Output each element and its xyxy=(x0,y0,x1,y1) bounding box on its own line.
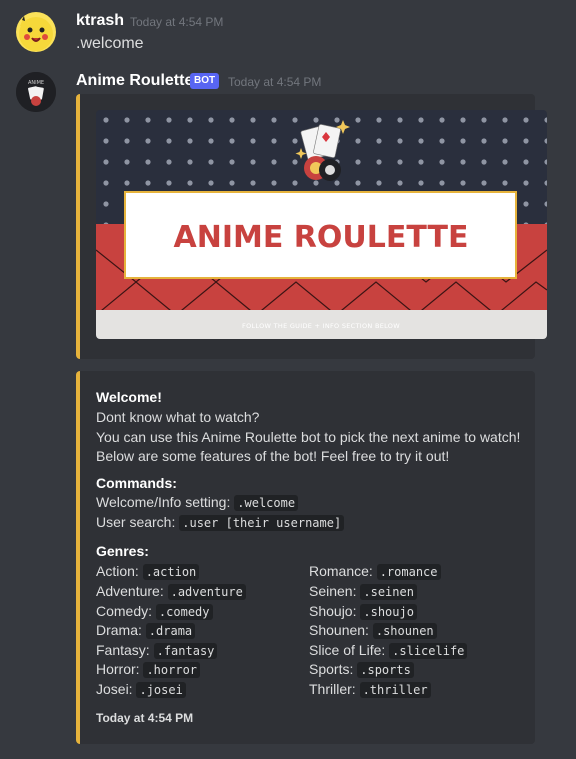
genre-fantasy: Fantasy: .fantasy xyxy=(96,641,218,661)
genre-seinen: Seinen: .seinen xyxy=(309,582,417,602)
genre-label: Thriller: xyxy=(309,681,356,697)
timestamp: Today at 4:54 PM xyxy=(228,75,322,89)
message-text: .welcome xyxy=(76,35,144,52)
banner-image[interactable]: FOLLOW THE GUIDE + INFO SECTION BELOW AN… xyxy=(96,110,547,339)
genre-label: Shounen: xyxy=(309,622,369,638)
genre-label: Sports: xyxy=(309,661,354,677)
genre-label: Shoujo: xyxy=(309,603,357,619)
username[interactable]: ktrash xyxy=(76,12,124,30)
genre-slice-of-life: Slice of Life: .slicelife xyxy=(309,641,468,661)
intro-line-2: You can use this Anime Roulette bot to p… xyxy=(96,429,521,445)
commands-title: Commands: xyxy=(96,475,177,491)
command-code: .user [their username] xyxy=(179,515,345,531)
genre-code: .drama xyxy=(145,623,196,639)
genre-code: .action xyxy=(142,564,200,580)
genre-label: Romance: xyxy=(309,563,373,579)
info-embed: Welcome! Dont know what to watch? You ca… xyxy=(76,371,535,744)
genre-sports: Sports: .sports xyxy=(309,660,414,680)
genre-shounen: Shounen: .shounen xyxy=(309,621,437,641)
banner-embed: FOLLOW THE GUIDE + INFO SECTION BELOW AN… xyxy=(76,94,547,359)
genre-label: Fantasy: xyxy=(96,642,150,658)
banner-title: ANIME ROULETTE xyxy=(174,220,469,255)
genre-adventure: Adventure: .adventure xyxy=(96,582,246,602)
genre-code: .shounen xyxy=(372,623,437,639)
genre-drama: Drama: .drama xyxy=(96,621,196,641)
genre-label: Seinen: xyxy=(309,583,357,599)
command-user: User search: .user [their username] xyxy=(96,513,345,533)
genre-josei: Josei: .josei xyxy=(96,680,186,700)
svg-text:ANIME: ANIME xyxy=(28,80,44,86)
genre-label: Action: xyxy=(96,563,139,579)
genre-code: .josei xyxy=(136,682,186,698)
command-label: Welcome/Info setting: xyxy=(96,494,231,510)
timestamp: Today at 4:54 PM xyxy=(130,15,224,29)
genre-shoujo: Shoujo: .shoujo xyxy=(309,602,417,622)
welcome-title: Welcome! xyxy=(96,389,162,405)
genre-label: Horror: xyxy=(96,661,140,677)
genre-code: .horror xyxy=(143,662,201,678)
genre-code: .romance xyxy=(376,564,441,580)
genre-code: .slicelife xyxy=(389,643,468,659)
command-code: .welcome xyxy=(234,495,299,511)
genre-code: .shoujo xyxy=(360,604,417,620)
genre-horror: Horror: .horror xyxy=(96,660,201,680)
genre-label: Adventure: xyxy=(96,583,164,599)
genre-label: Drama: xyxy=(96,622,142,638)
message-ktrash: ktrash Today at 4:54 PM .welcome xyxy=(0,0,576,60)
genre-code: .seinen xyxy=(360,584,417,600)
intro-line-1: Dont know what to watch? xyxy=(96,409,260,425)
genre-thriller: Thriller: .thriller xyxy=(309,680,431,700)
genre-code: .fantasy xyxy=(153,643,218,659)
bot-username[interactable]: Anime Roulette xyxy=(76,72,193,90)
genre-action: Action: .action xyxy=(96,562,200,582)
intro-line-3: Below are some features of the bot! Feel… xyxy=(96,448,450,464)
pikachu-avatar[interactable] xyxy=(16,12,56,52)
genres-title: Genres: xyxy=(96,543,149,559)
genre-code: .sports xyxy=(357,662,414,678)
genre-code: .comedy xyxy=(155,604,213,620)
banner-subtitle: FOLLOW THE GUIDE + INFO SECTION BELOW xyxy=(242,322,400,330)
command-label: User search: xyxy=(96,514,176,530)
anime-roulette-avatar[interactable]: ANIME xyxy=(16,72,56,112)
genre-code: .thriller xyxy=(359,682,431,698)
genre-label: Josei: xyxy=(96,681,133,697)
genre-comedy: Comedy: .comedy xyxy=(96,602,213,622)
embed-footer-timestamp: Today at 4:54 PM xyxy=(96,711,194,725)
command-welcome: Welcome/Info setting: .welcome xyxy=(96,493,299,513)
genre-label: Slice of Life: xyxy=(309,642,386,658)
genre-label: Comedy: xyxy=(96,603,153,619)
genre-code: .adventure xyxy=(167,584,246,600)
genre-romance: Romance: .romance xyxy=(309,562,441,582)
bot-badge: BOT xyxy=(190,73,220,89)
